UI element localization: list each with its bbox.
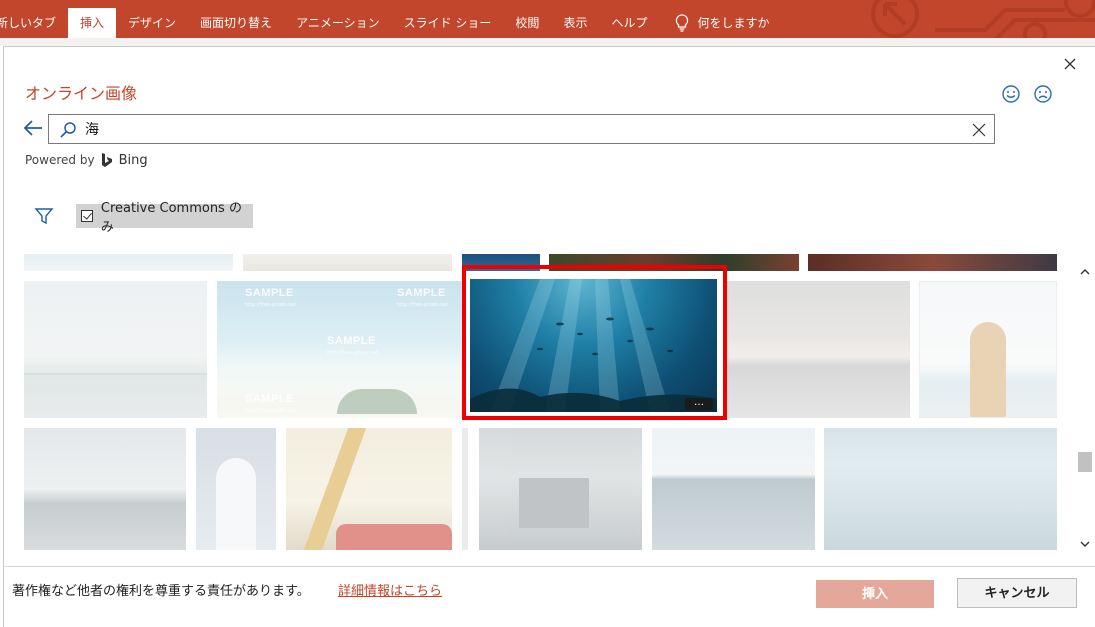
image-result[interactable] [24,254,233,271]
clear-icon[interactable] [971,122,987,138]
sample-watermark: SAMPLE [327,335,376,347]
image-result[interactable]: SAMPLE http://free-photo.net SAMPLE http… [217,281,462,418]
image-result[interactable] [549,254,799,271]
tab-slideshow[interactable]: スライド ショー [392,8,504,38]
footer-divider [3,566,1095,567]
tell-me-box[interactable]: 何をしますか [659,8,781,38]
back-arrow-icon[interactable] [22,118,44,138]
tab-new[interactable]: 新しいタブ [0,8,68,38]
image-result[interactable] [196,428,276,550]
chevron-up-icon[interactable] [1079,266,1091,278]
search-input[interactable] [85,119,965,139]
image-result-selected[interactable]: … [470,279,717,412]
image-result[interactable] [652,428,815,550]
image-result[interactable] [824,428,1057,550]
creative-commons-filter[interactable]: Creative Commons のみ [76,201,253,235]
dialog-title: オンライン画像 [25,84,138,103]
bing-logo-icon [101,153,112,167]
tell-me-label: 何をしますか [697,16,770,30]
image-result[interactable] [286,428,452,550]
sample-watermark-url: http://free-photo.net [397,302,449,308]
scrollbar-thumb[interactable] [1078,452,1092,472]
image-result[interactable] [462,428,468,550]
sample-watermark-url: http://free-photo.net [245,302,297,308]
more-options-button[interactable]: … [685,398,713,410]
results-scrollbar[interactable] [1077,256,1093,556]
creative-commons-label: Creative Commons のみ [100,201,242,235]
rights-notice: 著作権など他者の権利を尊重する責任があります。 [12,584,310,599]
search-icon [60,122,76,138]
frown-icon[interactable] [1033,84,1053,104]
image-result[interactable] [243,254,452,271]
image-result[interactable] [808,254,1057,271]
sample-watermark: SAMPLE [245,287,294,299]
insert-button[interactable]: 挿入 [816,580,934,608]
details-link[interactable]: 詳細情報はこちら [338,580,442,599]
powered-by-label: Powered by [25,153,95,167]
tab-animations[interactable]: アニメーション [284,8,392,38]
tab-transitions[interactable]: 画面切り替え [188,8,284,38]
filter-icon[interactable] [34,207,54,225]
sample-watermark-url: http://free-photo.net [245,408,297,414]
image-results-grid: SAMPLE http://free-photo.net SAMPLE http… [22,254,1070,558]
creative-commons-checkbox[interactable] [81,210,93,222]
tab-insert[interactable]: 挿入 [68,8,117,38]
image-result[interactable] [24,281,207,418]
image-result[interactable] [727,281,910,418]
ribbon-toolbar-strip [0,38,1095,46]
smile-icon[interactable] [1001,84,1021,104]
image-result[interactable] [24,428,186,550]
bing-brand: Bing [118,152,148,168]
sample-watermark: SAMPLE [245,393,294,405]
ribbon: 新しいタブ 挿入 デザイン 画面切り替え アニメーション スライド ショー 校閲… [0,0,1095,46]
sample-watermark: SAMPLE [397,287,446,299]
powered-by: Powered by Bing [25,152,148,168]
search-box [48,114,995,144]
image-result[interactable] [919,281,1057,418]
image-result[interactable] [479,428,642,550]
chevron-down-icon[interactable] [1079,538,1091,550]
light-rays [470,279,717,412]
tab-design[interactable]: デザイン [116,8,188,38]
image-result[interactable] [462,254,540,271]
tab-view[interactable]: 表示 [551,8,599,38]
tab-review[interactable]: 校閲 [503,8,551,38]
tab-help[interactable]: ヘルプ [599,8,659,38]
close-icon[interactable] [1060,54,1080,74]
lightbulb-icon [676,14,689,32]
sample-watermark-url: http://free-photo.net [327,350,379,356]
cancel-button[interactable]: キャンセル [957,578,1077,608]
